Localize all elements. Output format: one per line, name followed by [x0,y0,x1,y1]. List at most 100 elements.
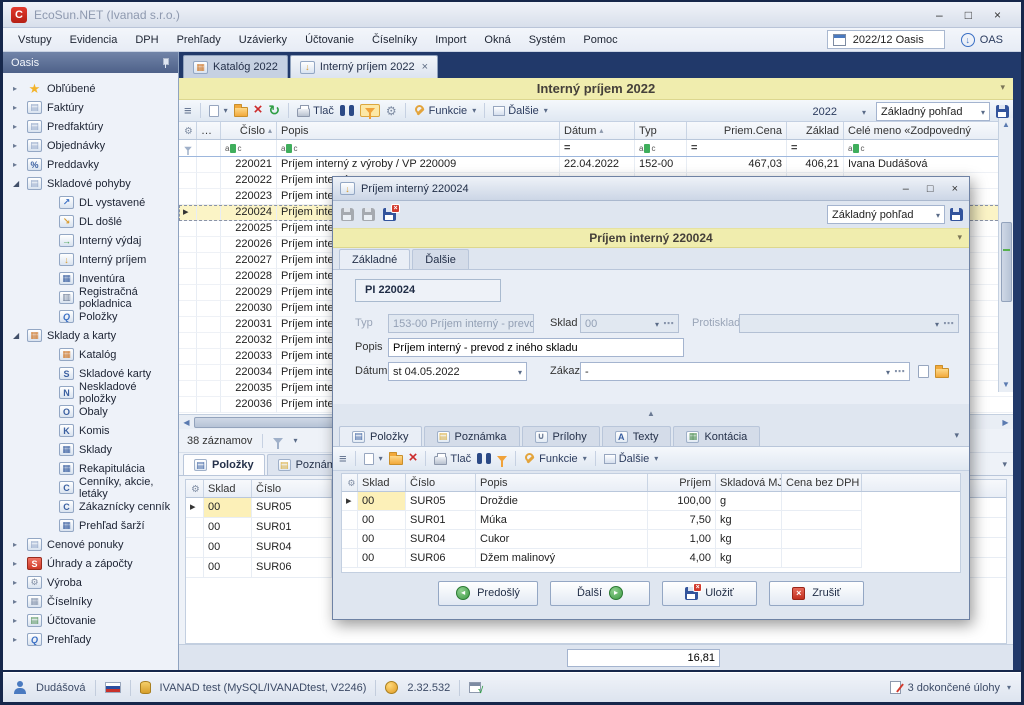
cell-cena-bez-dph[interactable] [782,511,862,530]
cell-typ[interactable]: 152-00 [635,157,687,173]
refresh-button[interactable] [268,104,280,118]
cell-cislo[interactable]: SUR05 [406,492,476,511]
new-item-button[interactable] [364,453,383,465]
cell-cislo[interactable]: 220024 [221,205,277,221]
sidebar-item[interactable]: Prehľady [5,630,176,649]
expander-icon[interactable] [13,540,22,549]
dialog-maximize-button[interactable]: □ [927,183,934,195]
sidebar-item[interactable]: Faktúry [5,98,176,117]
sidebar-item[interactable]: Objednávky [5,136,176,155]
save-view-button[interactable] [950,208,963,221]
menu-item[interactable]: Okná [475,31,519,49]
column-header-cislo[interactable]: Číslo [221,122,277,139]
cell-cislo[interactable]: 220025 [221,221,277,237]
sidebar-item[interactable]: Cenové ponuky [5,535,176,554]
detail-tab[interactable]: Poznámka [424,426,520,446]
sidebar-item[interactable]: Interný príjem [5,250,176,269]
expander-icon[interactable] [13,179,22,188]
menu-item[interactable]: Prehľady [168,31,230,49]
print-button[interactable]: Tlač [434,452,471,465]
save-button[interactable]: Uložiť [662,581,757,606]
maximize-button[interactable]: □ [965,8,972,22]
filter-cislo[interactable] [221,140,277,156]
column-header-priemcena[interactable]: Priem.Cena [687,122,787,139]
cell-popis[interactable]: Múka [476,511,648,530]
chevron-down-icon[interactable]: ▾ [1007,683,1011,692]
cell-cislo[interactable]: SUR01 [252,518,332,538]
detail-tab[interactable]: Kontácia [673,426,760,446]
scroll-down-icon[interactable]: ▼ [1002,378,1010,392]
cell-cislo[interactable]: 220026 [221,237,277,253]
vertical-scrollbar[interactable]: ▲ ▼ [998,118,1013,392]
oas-button[interactable]: OAS [955,31,1009,49]
typ-combo[interactable]: 153-00 Príjem interný - prevod z iné... [388,314,534,333]
more-menu-button[interactable]: Ďalšie [604,453,659,465]
cell-celemeno[interactable]: Ivana Dudášová [844,157,1013,173]
table-row[interactable]: 00 SUR05 Droždie 100,00 g [342,492,960,511]
cell-cislo[interactable]: 220033 [221,349,277,365]
sidebar-item[interactable]: Sklady [5,440,176,459]
tab-close-icon[interactable]: × [422,61,428,73]
cell-sklad[interactable]: 00 [204,518,252,538]
scroll-right-icon[interactable]: ▶ [998,418,1013,427]
cell-cislo[interactable]: 220034 [221,365,277,381]
close-button[interactable]: × [994,8,1001,22]
column-header-datum[interactable]: Dátum [560,122,635,139]
detail-tab[interactable]: Položky [339,426,422,446]
detail-tab[interactable]: Texty [602,426,672,446]
period-selector[interactable] [827,30,945,49]
cell-cislo[interactable]: SUR05 [252,498,332,518]
filter-celemeno[interactable] [844,140,1013,156]
cell-popis[interactable]: Džem malinový [476,549,648,568]
cell-popis[interactable]: Cukor [476,530,648,549]
sidebar-item[interactable]: Interný výdaj [5,231,176,250]
cell-cislo[interactable]: SUR04 [406,530,476,549]
band-menu-arrow[interactable]: ▾ [1000,82,1005,93]
cell-cislo[interactable]: SUR06 [252,558,332,578]
cell-cena-bez-dph[interactable] [782,549,862,568]
cell-sklad[interactable]: 00 [358,492,406,511]
cell-sklad[interactable]: 00 [358,511,406,530]
delete-item-button[interactable] [409,452,418,465]
cell-cislo[interactable]: 220030 [221,301,277,317]
layout-menu-button[interactable] [339,451,347,466]
status-tasks[interactable]: 3 dokončené úlohy [908,682,1000,694]
column-header-skladova-mj[interactable]: Skladová MJ [716,474,782,491]
expander-icon[interactable] [13,141,22,150]
cell-cislo[interactable]: 220028 [221,269,277,285]
expander-icon[interactable] [13,559,22,568]
tab-zakladne[interactable]: Základné [339,249,410,269]
cell-cislo[interactable]: SUR01 [406,511,476,530]
filter-popis[interactable] [277,140,560,156]
cell-datum[interactable]: 22.04.2022 [560,157,635,173]
cell-cislo[interactable]: 220035 [221,381,277,397]
datum-combo[interactable]: st 04.05.2022 [388,362,527,381]
panel-menu-arrow[interactable]: ▾ [954,430,959,441]
sidebar-item[interactable]: Obľúbené [5,79,176,98]
sidebar-item[interactable]: Skladové pohyby [5,174,176,193]
sidebar-item[interactable]: Účtovanie [5,611,176,630]
cell-cislo[interactable]: 220031 [221,317,277,333]
sidebar-item[interactable]: Obaly [5,402,176,421]
expander-icon[interactable] [13,160,22,169]
sidebar-item[interactable]: Položky [5,307,176,326]
filter-zaklad[interactable] [787,140,844,156]
folder-icon[interactable] [935,368,949,378]
popis-input[interactable] [388,338,684,357]
save-view-button[interactable] [996,105,1009,118]
expander-icon[interactable] [13,103,22,112]
dialog-close-button[interactable]: × [952,183,958,195]
table-row[interactable]: 220021 Príjem interný z výroby / VP 2200… [179,157,1013,173]
sidebar-item[interactable]: Preddavky [5,155,176,174]
scrollbar-thumb[interactable] [1001,222,1012,302]
table-row[interactable]: 00 SUR01 Múka 7,50 kg [342,511,960,530]
view-combo[interactable]: Základný pohľad [876,102,990,121]
expander-icon[interactable] [13,578,22,587]
next-button[interactable]: Ďalší [550,581,650,606]
menu-item[interactable]: Číselníky [363,31,426,49]
cell-priemcena[interactable]: 467,03 [687,157,787,173]
sidebar-item[interactable]: Predfaktúry [5,117,176,136]
cell-sklad[interactable]: 00 [204,498,252,518]
panel-menu-arrow[interactable]: ▾ [1002,459,1007,470]
column-header-cislo[interactable]: Číslo [406,474,476,491]
